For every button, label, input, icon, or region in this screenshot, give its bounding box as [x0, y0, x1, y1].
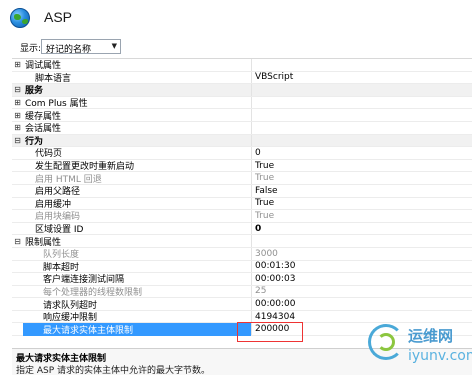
property-row[interactable]: 脚本超时 00:01:30 — [12, 260, 472, 274]
expand-icon[interactable]: ⊞ — [12, 123, 23, 132]
property-row[interactable]: 启用父路径 False — [12, 184, 472, 198]
property-name: 最大请求实体主体限制 — [23, 322, 251, 336]
property-name: 会话属性 — [25, 124, 62, 135]
property-value[interactable]: 00:00:00 — [252, 299, 472, 309]
property-value[interactable]: 3000 — [252, 249, 472, 259]
property-name: 服务 — [25, 86, 44, 97]
page-title: ASP — [44, 9, 73, 25]
property-value[interactable]: True — [252, 173, 472, 183]
expand-icon[interactable]: ⊞ — [12, 111, 23, 120]
property-name: Com Plus 属性 — [25, 99, 88, 110]
property-name: 启用块编码 — [35, 212, 81, 223]
property-name: 启用父路径 — [35, 187, 81, 198]
display-mode-dropdown[interactable]: 好记的名称 ▼ — [41, 39, 121, 55]
property-grid: ⊞ 调试属性 脚本语言 VBScript ⊟ 服务 ⊞ Com Plus 属性 ⊞ 缓存属性 ⊞ 会话… — [12, 58, 472, 345]
chevron-down-icon: ▼ — [111, 42, 117, 50]
property-value[interactable]: 4194304 — [252, 312, 472, 322]
property-value[interactable]: 25 — [252, 286, 472, 296]
property-value[interactable]: 0 — [252, 224, 472, 234]
property-row[interactable]: 脚本语言 VBScript — [12, 71, 472, 85]
property-row[interactable]: ⊞ 调试属性 — [12, 59, 472, 72]
collapse-icon[interactable]: ⊟ — [12, 85, 23, 94]
property-value[interactable]: 00:01:30 — [252, 261, 472, 271]
property-value[interactable]: True — [252, 211, 472, 221]
property-name: 代码页 — [35, 149, 63, 160]
property-row[interactable]: 代码页 0 — [12, 147, 472, 160]
watermark-cn: 运维网 — [408, 327, 454, 345]
property-row[interactable]: ⊞ Com Plus 属性 — [12, 96, 472, 110]
property-row[interactable]: 启用块编码 True — [12, 210, 472, 223]
property-row[interactable]: ⊟ 行为 — [12, 134, 472, 148]
property-name: 队列长度 — [43, 250, 80, 261]
property-name: 启用缓冲 — [35, 199, 72, 210]
globe-icon — [10, 8, 30, 28]
property-value[interactable]: True — [252, 161, 472, 171]
highlight-annotation — [237, 322, 303, 342]
show-label: 显示: — [20, 44, 42, 54]
property-name: 缓存属性 — [25, 111, 62, 122]
column-divider — [251, 235, 252, 247]
property-value[interactable]: True — [252, 198, 472, 208]
property-row[interactable]: 发生配置更改时重新启动 True — [12, 159, 472, 173]
property-name: 脚本超时 — [43, 262, 80, 273]
expand-icon[interactable]: ⊞ — [12, 98, 23, 107]
column-divider — [251, 59, 252, 71]
column-divider — [251, 109, 252, 121]
column-divider — [251, 84, 252, 96]
property-name: 行为 — [25, 136, 44, 147]
property-name: 每个处理器的线程数限制 — [43, 287, 143, 298]
property-row[interactable]: 客户端连接测试间隔 00:00:03 — [12, 273, 472, 286]
watermark: 运维网 iyunv.com — [368, 322, 472, 375]
watermark-url: iyunv.com — [408, 348, 472, 364]
property-name: 限制属性 — [25, 237, 62, 248]
property-row[interactable]: 启用 HTML 回退 True — [12, 172, 472, 185]
property-row[interactable]: ⊞ 会话属性 — [12, 121, 472, 135]
property-row[interactable]: 请求队列超时 00:00:00 — [12, 298, 472, 311]
header: ASP — [0, 0, 472, 36]
column-divider — [251, 134, 252, 147]
property-value[interactable]: 00:00:03 — [252, 274, 472, 284]
collapse-icon[interactable]: ⊟ — [12, 237, 23, 246]
description-text: 指定 ASP 请求的实体主体中允许的最大字节数。 — [16, 366, 211, 375]
property-row[interactable]: ⊟ 服务 — [12, 84, 472, 97]
property-name: 区域设置 ID — [35, 225, 84, 236]
property-name: 请求队列超时 — [43, 300, 98, 311]
property-row[interactable]: 队列长度 3000 — [12, 247, 472, 261]
expand-icon[interactable]: ⊞ — [12, 60, 23, 69]
property-name: 响应缓冲限制 — [43, 313, 98, 324]
property-row[interactable]: 启用缓冲 True — [12, 197, 472, 211]
property-name: 脚本语言 — [35, 73, 72, 84]
column-divider — [251, 121, 252, 134]
property-value[interactable]: False — [252, 186, 472, 196]
property-name: 客户端连接测试间隔 — [43, 275, 125, 286]
property-row[interactable]: 区域设置 ID 0 — [12, 222, 472, 236]
property-value[interactable]: 0 — [252, 148, 472, 158]
property-name: 发生配置更改时重新启动 — [35, 162, 135, 173]
column-divider — [251, 96, 252, 109]
property-value[interactable]: VBScript — [252, 72, 472, 82]
property-row[interactable]: ⊞ 缓存属性 — [12, 109, 472, 122]
property-name: 调试属性 — [25, 61, 62, 72]
property-name: 启用 HTML 回退 — [35, 174, 102, 185]
watermark-logo-inner-icon — [377, 333, 395, 351]
property-row[interactable]: 每个处理器的线程数限制 25 — [12, 285, 472, 299]
toolbar: 显示: 好记的名称 ▼ — [0, 38, 472, 56]
collapse-icon[interactable]: ⊟ — [12, 136, 23, 145]
property-row[interactable]: ⊟ 限制属性 — [12, 235, 472, 248]
display-mode-value: 好记的名称 — [46, 45, 92, 55]
